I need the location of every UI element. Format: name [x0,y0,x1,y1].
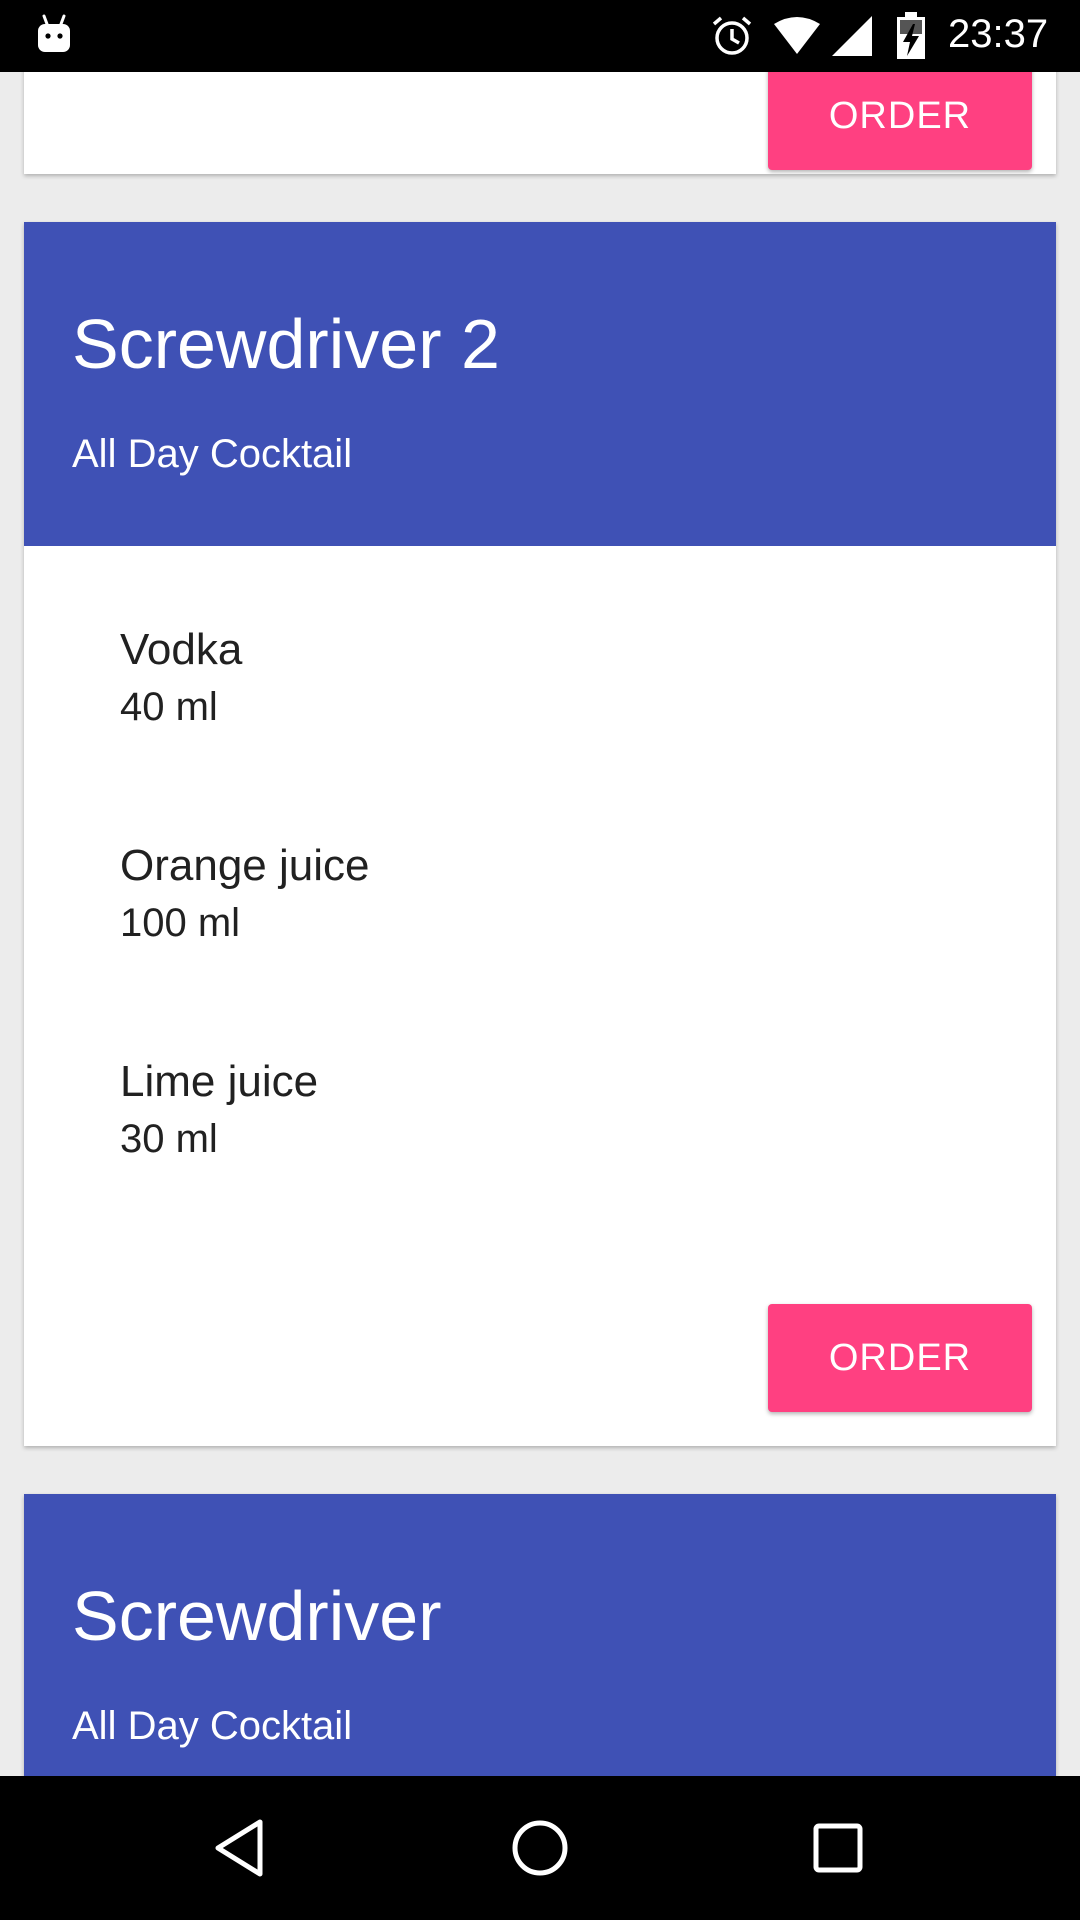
recents-icon[interactable] [806,1812,870,1884]
back-icon[interactable] [210,1812,274,1884]
battery-charging-icon [897,12,925,59]
ingredient-item: Lime juice 30 ml [120,1054,920,1270]
cocktail-card: Screwdriver 2 All Day Cocktail Vodka 40 … [24,222,1056,1446]
screen: 23:37 ORDER Screwdriver 2 All Day Cockta… [0,0,1080,1920]
cocktail-title: Screwdriver [72,1577,442,1655]
home-icon[interactable] [508,1812,572,1884]
order-button[interactable]: ORDER [768,72,1032,170]
card-header: Screwdriver All Day Cocktail [24,1494,1056,1776]
ingredient-name: Orange juice [120,841,370,890]
cocktail-title: Screwdriver 2 [72,305,500,383]
ingredient-amount: 40 ml [120,685,218,729]
cocktail-subtitle: All Day Cocktail [72,1704,353,1748]
ingredient-amount: 30 ml [120,1117,218,1161]
cocktail-card: Screwdriver All Day Cocktail [24,1494,1056,1776]
wifi-icon [774,17,820,54]
ingredient-amount: 100 ml [120,901,241,945]
cocktail-card: ORDER [24,72,1056,174]
signal-icon [832,16,872,56]
android-icon [38,14,70,52]
navigation-bar [0,1776,1080,1920]
cocktail-list[interactable]: ORDER Screwdriver 2 All Day Cocktail Vod… [0,72,1080,1776]
card-header: Screwdriver 2 All Day Cocktail [24,222,1056,546]
status-bar: 23:37 [0,0,1080,72]
ingredient-list: Vodka 40 ml Orange juice 100 ml Lime jui… [120,622,920,1270]
clock: 23:37 [948,12,1049,56]
cocktail-subtitle: All Day Cocktail [72,432,353,476]
ingredient-item: Vodka 40 ml [120,622,920,838]
ingredient-name: Vodka [120,625,243,674]
ingredient-item: Orange juice 100 ml [120,838,920,1054]
alarm-icon [712,16,752,55]
ingredient-name: Lime juice [120,1057,319,1106]
order-button[interactable]: ORDER [768,1304,1032,1412]
